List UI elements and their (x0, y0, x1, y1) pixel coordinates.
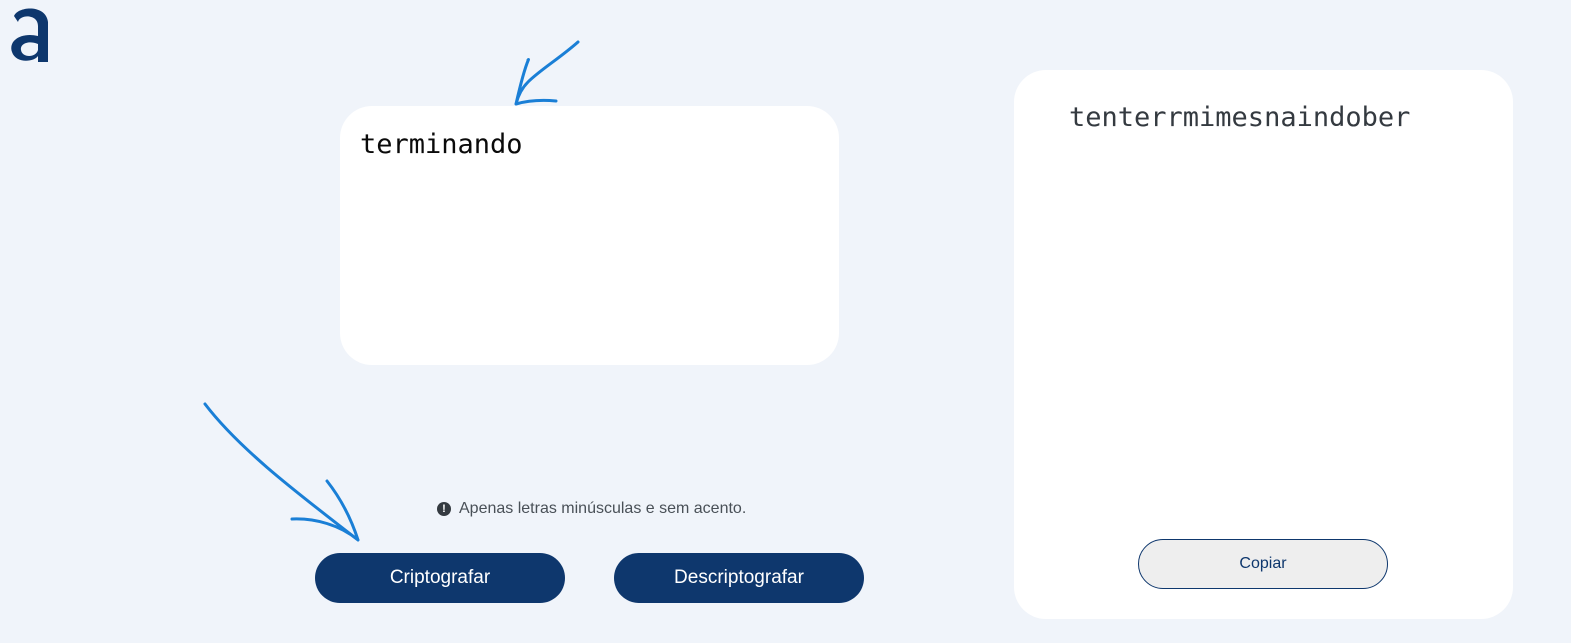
message-input[interactable]: terminando (360, 128, 820, 196)
hint: ! Apenas letras minúsculas e sem acento. (437, 498, 746, 520)
copy-button[interactable]: Copiar (1138, 539, 1388, 589)
output-card: tenterrmimesnaindober Copiar (1014, 70, 1513, 619)
decrypt-button[interactable]: Descriptografar (614, 553, 864, 603)
annotation-arrow-encrypt (203, 402, 360, 542)
input-card: terminando (340, 106, 839, 365)
alura-logo-icon (11, 8, 48, 62)
exclamation-circle-icon: ! (437, 502, 451, 516)
annotation-arrow-input (514, 40, 580, 106)
output-text: tenterrmimesnaindober (1069, 102, 1411, 133)
encrypt-button[interactable]: Criptografar (315, 553, 565, 603)
hint-text: Apenas letras minúsculas e sem acento. (459, 500, 747, 517)
